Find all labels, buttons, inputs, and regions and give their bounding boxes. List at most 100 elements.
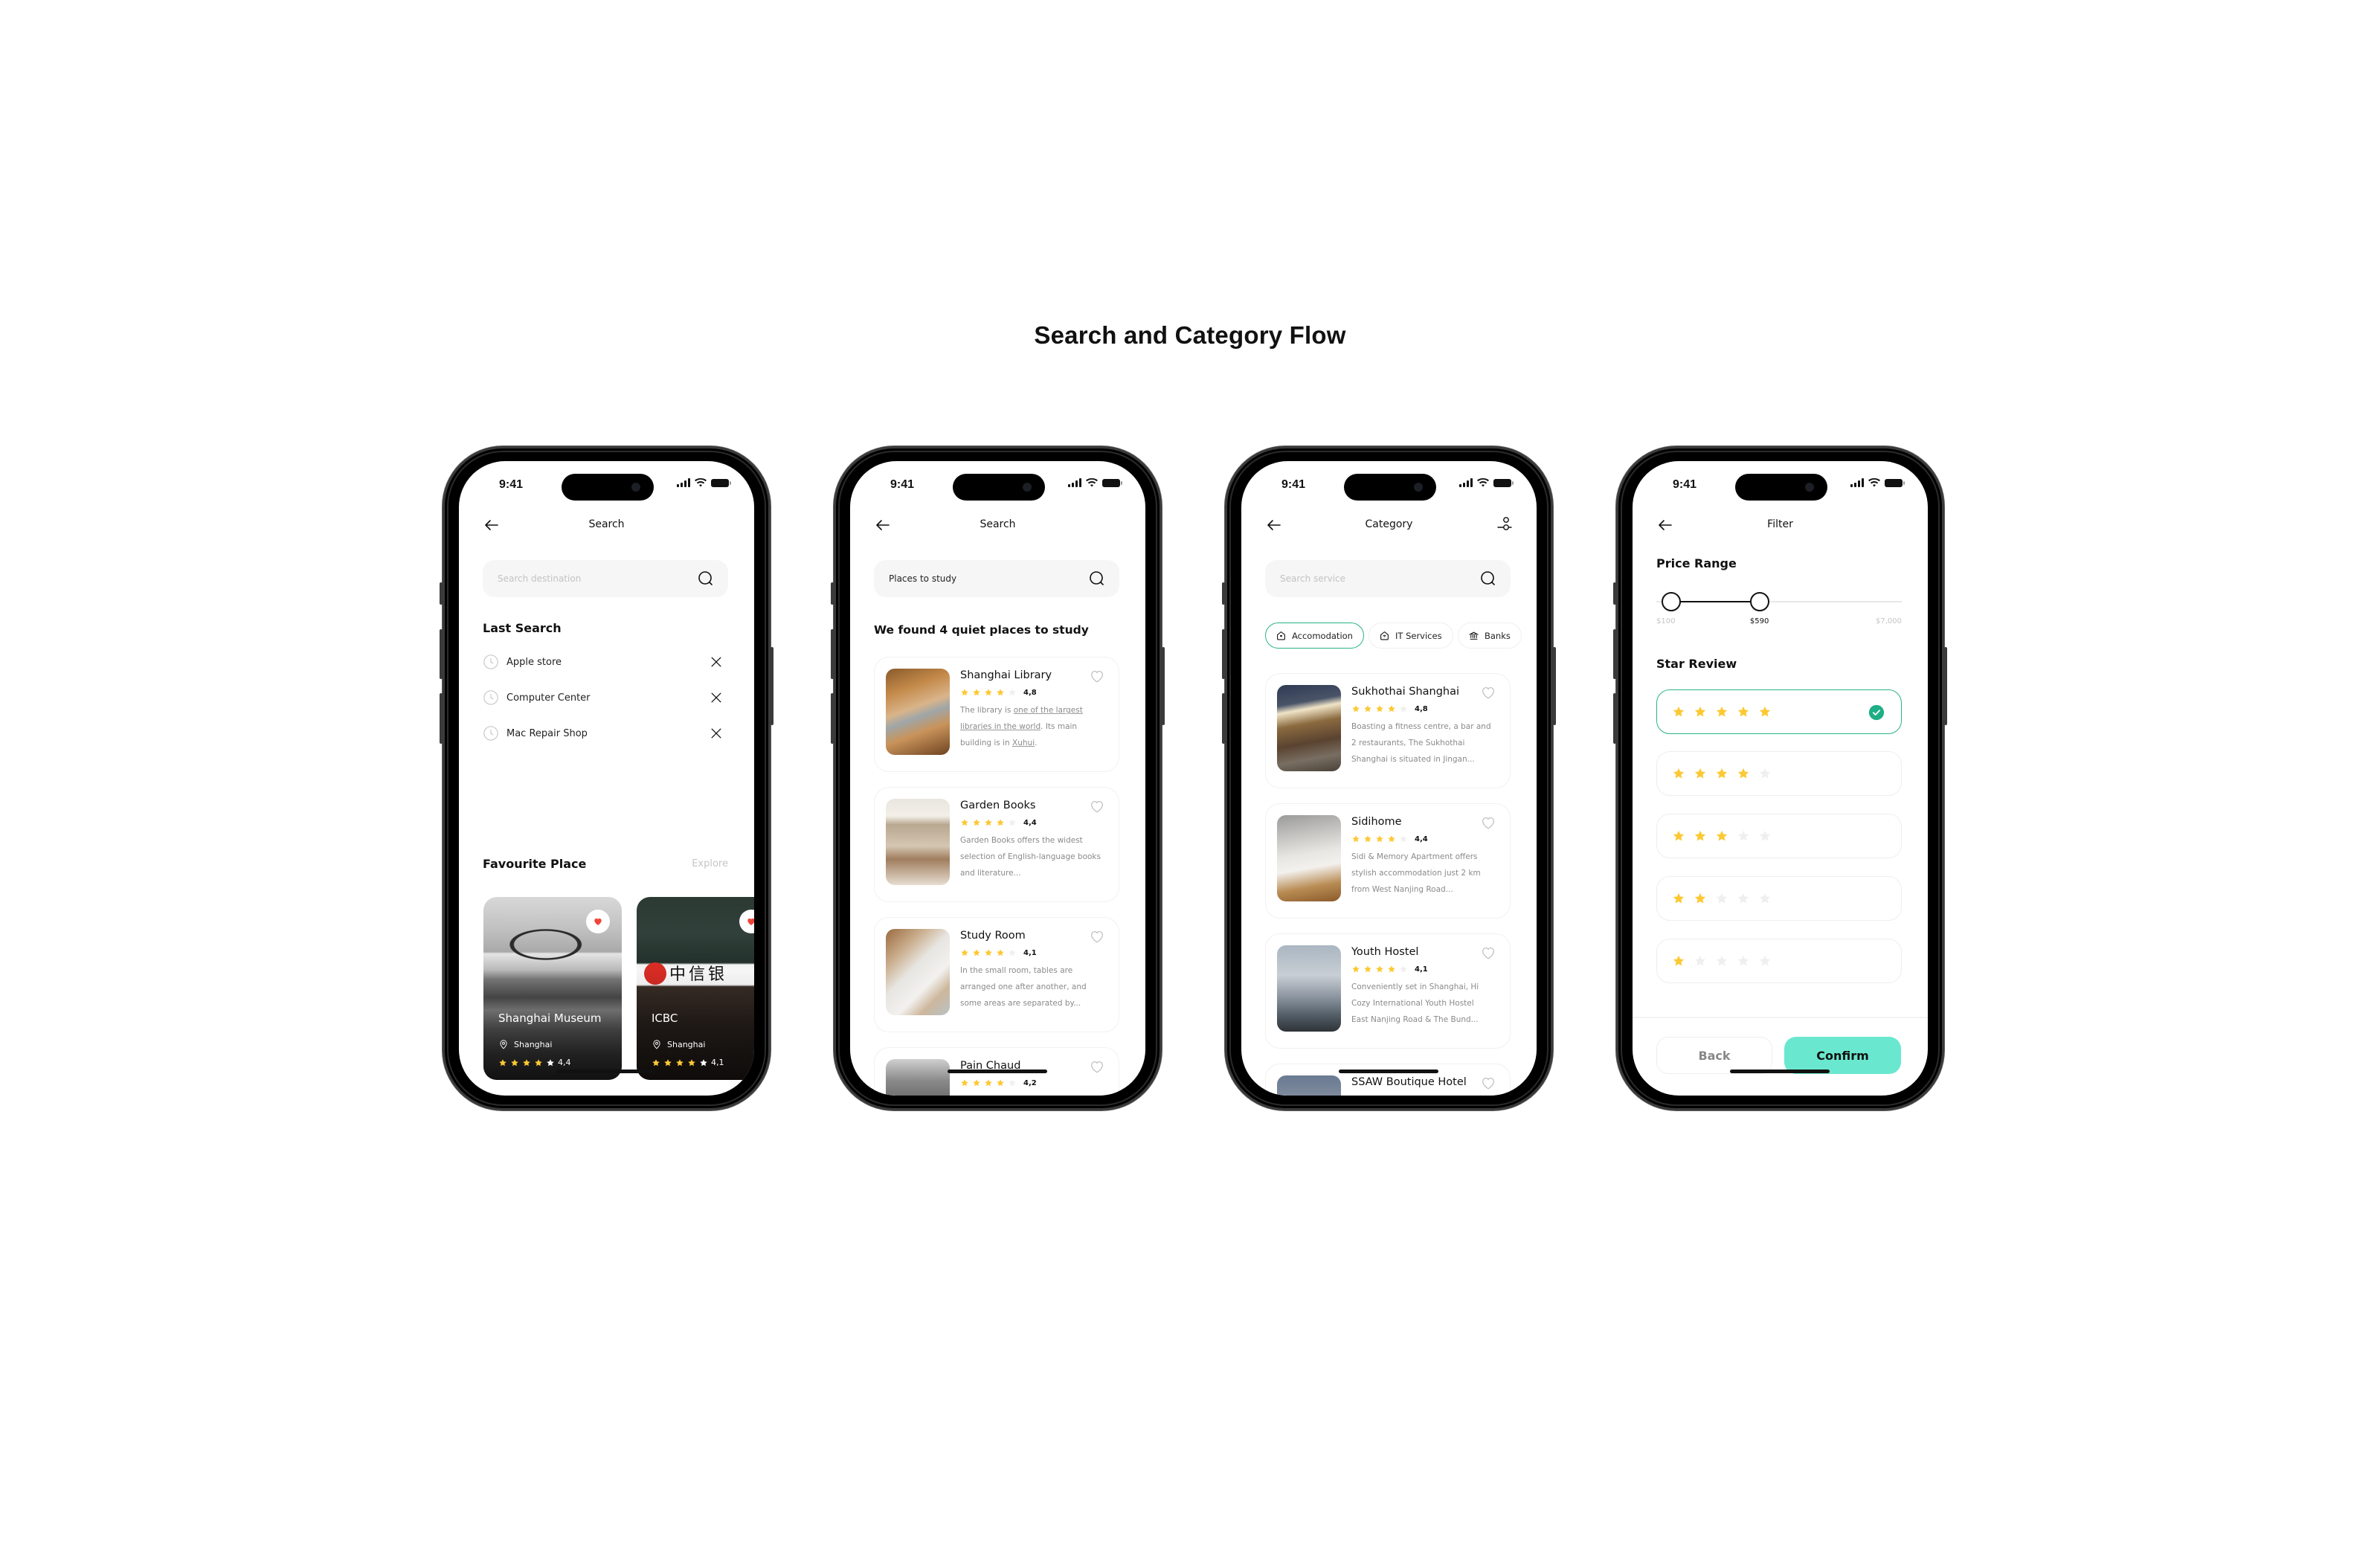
favourite-card[interactable]: 中信银 ICBC Shanghai 4,1 [637,897,754,1080]
confirm-button[interactable]: Confirm [1784,1037,1901,1074]
star-option-2[interactable] [1656,876,1902,921]
sidihome-photo [1277,815,1341,901]
location-text: Shanghai [514,1039,553,1049]
heart-outline-icon[interactable] [1480,945,1496,961]
signal-icon [677,478,690,487]
star-filled-icon [522,1058,531,1067]
place-name: Garden Books [960,800,1036,811]
heart-outline-icon[interactable] [1089,798,1105,814]
price-range-slider[interactable] [1656,591,1902,621]
favourite-toggle[interactable] [586,910,610,933]
recent-search-item[interactable]: Computer Center [483,688,728,707]
star-filled-icon [1375,834,1384,843]
home-indicator [1730,1070,1830,1073]
camera-icon [1023,483,1032,492]
study-room-photo [886,929,950,1015]
chip-label: Accomodation [1292,630,1353,641]
camera-icon [631,483,640,492]
slider-knob-min[interactable] [1661,592,1681,611]
screen-results: 9:41 Search We found 4 quiet places to s… [850,461,1145,1096]
star-rating [1351,965,1408,974]
recent-search-item[interactable]: Apple store [483,652,728,672]
star-option-5[interactable] [1656,689,1902,734]
heart-outline-icon[interactable] [1089,1058,1105,1075]
star-option-1[interactable] [1656,939,1902,983]
result-card[interactable]: Garden Books 4,4 Garden Books offers the… [874,787,1119,902]
star-empty-icon [1758,892,1772,905]
signal-icon [1850,478,1864,487]
slider-knob-max[interactable] [1749,592,1769,611]
result-card[interactable]: Shanghai Library 4,8 The library is one … [874,657,1119,772]
rating-value: 4,8 [1023,688,1037,697]
rating-value: 4,1 [1023,948,1037,957]
category-chip-accomodation[interactable]: Accomodation [1265,623,1364,649]
action-button [440,582,443,605]
recent-search-label: Apple store [506,656,562,668]
rating-value: 4,8 [1415,704,1428,713]
filter-icon[interactable] [1495,515,1514,534]
results-heading: We found 4 quiet places to study [874,623,1089,637]
category-chip-banks[interactable]: Banks [1458,623,1522,649]
star-rating [1672,829,1772,843]
star-option-3[interactable] [1656,814,1902,858]
place-name: SSAW Boutique Hotel [1351,1076,1467,1088]
heart-outline-icon[interactable] [1089,928,1105,945]
search-icon[interactable] [697,570,715,588]
status-time: 9:41 [890,478,915,491]
clock-icon [483,726,498,741]
heart-outline-icon[interactable] [1480,1075,1496,1091]
last-search-heading: Last Search [483,621,562,635]
place-description: The library is one of the largest librar… [960,706,1083,747]
star-filled-icon [1351,965,1360,974]
category-result-card[interactable]: Sukhothai Shanghai 4,8 Boasting a fitnes… [1265,673,1511,788]
star-filled-icon [498,1058,507,1067]
close-icon[interactable] [709,654,724,669]
power-button [1944,647,1947,725]
place-name: Study Room [960,930,1026,942]
nav-title: Filter [1767,518,1793,530]
wifi-icon [1086,478,1098,487]
category-chip-it-services[interactable]: IT Services [1368,623,1453,649]
favourite-card[interactable]: Shanghai Museum Shanghai 4,4 [483,897,622,1080]
result-card[interactable]: Study Room 4,1 In the small room, tables… [874,917,1119,1032]
search-input[interactable] [498,560,691,597]
volume-down-button [1222,693,1225,744]
star-filled-icon [1351,704,1360,713]
category-result-card[interactable]: Youth Hostel 4,1 Conveniently set in Sha… [1265,933,1511,1049]
place-name: ICBC [652,1012,678,1025]
search-bar[interactable] [874,560,1119,597]
star-filled-icon [1672,954,1685,968]
youth-hostel-photo [1277,945,1341,1032]
star-filled-icon [1694,767,1707,780]
screen-category: 9:41 Category Accomodation IT Services B… [1241,461,1537,1096]
status-icons [1850,478,1905,487]
battery-icon [711,478,731,487]
heart-outline-icon[interactable] [1480,684,1496,701]
rating-value: 4,4 [1415,834,1428,843]
wifi-icon [695,478,707,487]
star-empty-icon [699,1058,708,1067]
search-icon[interactable] [1479,570,1497,588]
star-rating [960,1078,1017,1087]
category-result-card[interactable]: Sidihome 4,4 Sidi & Memory Apartment off… [1265,803,1511,919]
star-empty-icon [1758,954,1772,968]
close-icon[interactable] [709,726,724,741]
search-bar[interactable] [1265,560,1511,597]
close-icon[interactable] [709,690,724,705]
search-icon[interactable] [1088,570,1106,588]
category-result-card[interactable]: SSAW Boutique Hotel [1265,1064,1511,1096]
action-button [1613,582,1616,605]
search-input[interactable] [889,560,1082,597]
recent-search-item[interactable]: Mac Repair Shop [483,724,728,743]
star-filled-icon [972,1078,981,1087]
heart-outline-icon[interactable] [1089,668,1105,684]
star-option-4[interactable] [1656,751,1902,796]
search-bar[interactable] [483,560,728,597]
back-button[interactable]: Back [1656,1037,1772,1074]
explore-link[interactable]: Explore [692,858,728,869]
heart-outline-icon[interactable] [1480,814,1496,831]
star-filled-icon [1363,965,1372,974]
rating-value: 4,4 [1023,818,1037,827]
search-input[interactable] [1280,560,1473,597]
price-min-label: $100 [1656,617,1676,625]
